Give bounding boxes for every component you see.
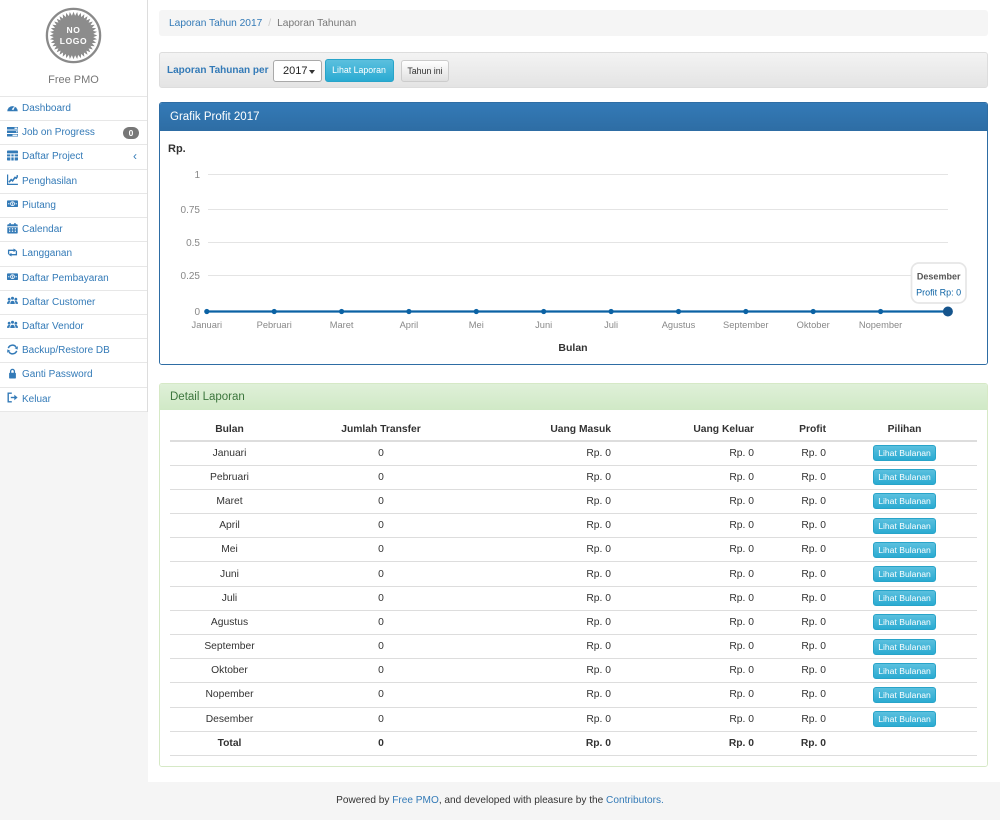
- svg-text:0.25: 0.25: [181, 271, 201, 282]
- svg-text:NO: NO: [67, 25, 81, 35]
- svg-text:Maret: Maret: [330, 320, 354, 330]
- svg-text:Mei: Mei: [469, 320, 484, 330]
- svg-text:April: April: [400, 320, 419, 330]
- svg-text:Agustus: Agustus: [662, 320, 696, 330]
- svg-text:Pebruari: Pebruari: [257, 320, 292, 330]
- svg-text:Desember: Desember: [917, 272, 961, 282]
- svg-text:0: 0: [194, 307, 200, 318]
- svg-text:Juli: Juli: [604, 320, 618, 330]
- svg-text:Juni: Juni: [535, 320, 552, 330]
- svg-text:Oktober: Oktober: [797, 320, 830, 330]
- svg-text:0.75: 0.75: [181, 205, 201, 216]
- svg-text:Januari: Januari: [192, 320, 223, 330]
- svg-text:Nopember: Nopember: [859, 320, 902, 330]
- svg-text:1: 1: [194, 170, 200, 181]
- svg-text:LOGO: LOGO: [60, 36, 87, 46]
- svg-text:0.5: 0.5: [186, 238, 200, 249]
- svg-text:September: September: [723, 320, 768, 330]
- svg-text:Rp.: Rp.: [168, 143, 186, 155]
- svg-text:Bulan: Bulan: [558, 342, 587, 354]
- svg-text:Profit Rp: 0: Profit Rp: 0: [916, 288, 961, 298]
